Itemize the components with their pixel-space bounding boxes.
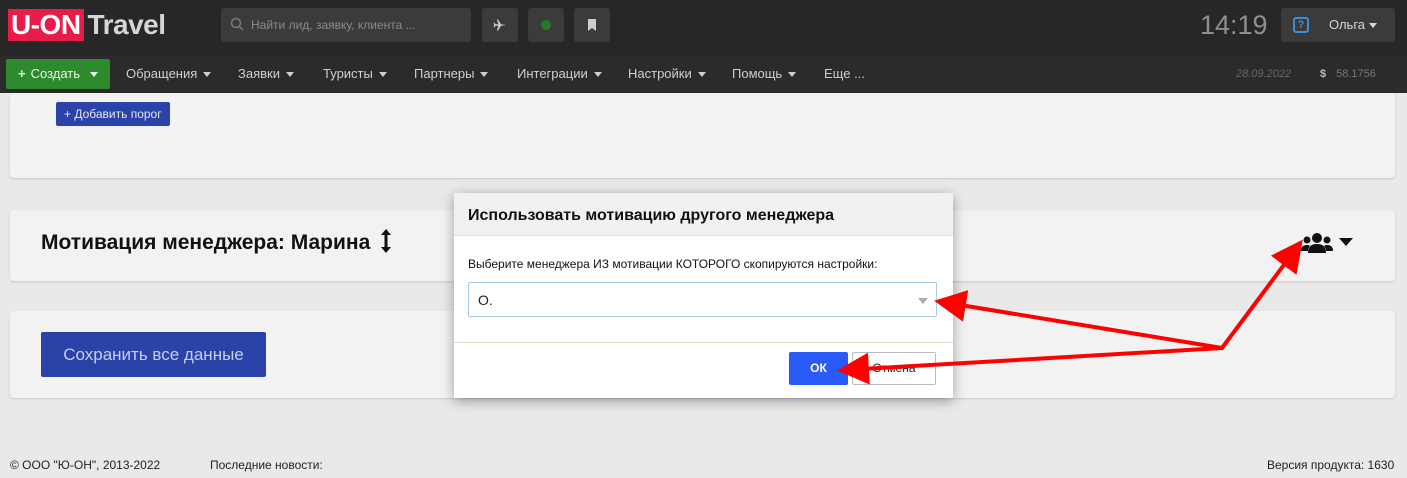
chevron-down-icon (480, 72, 489, 78)
dialog-title: Использовать мотивацию другого менеджера (468, 207, 835, 224)
currency-rate-value: 58.1756 (1336, 68, 1376, 80)
user-menu[interactable]: ? Ольга (1281, 8, 1395, 42)
plane-icon (493, 19, 506, 31)
nav-item-requests[interactable]: Заявки (238, 55, 294, 93)
nav-item-label: Интеграции (517, 66, 588, 81)
nav-item-label: Туристы (323, 66, 373, 81)
logo-subtitle: Travel (87, 9, 166, 40)
copy-motivation-dialog: Использовать мотивацию другого менеджера… (454, 193, 953, 398)
search-input[interactable] (251, 8, 466, 42)
plus-icon: + (18, 66, 26, 81)
nav-item-help[interactable]: Помощь (732, 55, 797, 93)
nav-item-partners[interactable]: Партнеры (414, 55, 489, 93)
manager-select[interactable]: О. (468, 282, 937, 317)
ok-button[interactable]: ОК (789, 352, 848, 385)
nav-item-settings[interactable]: Настройки (628, 55, 706, 93)
chevron-down-icon (378, 72, 387, 78)
flights-button[interactable] (482, 8, 518, 42)
chevron-down-icon[interactable] (1339, 238, 1353, 246)
help-icon[interactable]: ? (1293, 17, 1309, 33)
dialog-header: Использовать мотивацию другого менеджера (454, 193, 953, 236)
nav-item-label: Партнеры (414, 66, 475, 81)
nav-item-tourists[interactable]: Туристы (323, 55, 387, 93)
dollar-icon: $ (1320, 68, 1327, 80)
chevron-down-icon (285, 72, 294, 78)
plus-icon: + (64, 107, 75, 121)
chevron-down-icon (203, 72, 212, 78)
users-group-icon[interactable] (1301, 232, 1333, 254)
search-icon (230, 17, 244, 31)
motivation-title-text: Мотивация менеджера: Марина (41, 231, 371, 254)
nav-item-label: Помощь (732, 66, 783, 81)
status-dot-icon (541, 20, 551, 30)
chevron-down-icon[interactable] (918, 298, 928, 304)
currency-rate: $58.1756 (1320, 55, 1376, 93)
news-link[interactable]: Последние новости: (210, 458, 323, 472)
bookmark-icon (588, 19, 596, 31)
user-name[interactable]: Ольга (1329, 8, 1378, 42)
nav-item-label: Заявки (238, 66, 280, 81)
cancel-button[interactable]: Отмена (852, 352, 936, 385)
logo-brand: U-ON (8, 9, 84, 41)
logo[interactable]: U-ON Travel (8, 9, 166, 41)
dialog-divider (454, 342, 953, 343)
bookmarks-button[interactable] (574, 8, 610, 42)
main-nav: + Создать Обращения Заявки Туристы Партне… (0, 55, 1407, 93)
copyright: © ООО "Ю-ОН", 2013-2022 (10, 458, 161, 472)
manager-select-label: Выберите менеджера ИЗ мотивации КОТОРОГО… (468, 257, 878, 271)
chevron-down-icon (90, 72, 98, 78)
current-date: 28.09.2022 (1236, 68, 1292, 80)
chevron-down-icon (697, 72, 706, 78)
search-box[interactable] (221, 8, 471, 42)
nav-item-label: Настройки (628, 66, 692, 81)
add-threshold-button[interactable]: + Добавить порог (56, 102, 170, 126)
nav-item-appeals[interactable]: Обращения (126, 55, 212, 93)
top-header: U-ON Travel 14:19 ? Ольга (0, 0, 1407, 55)
chevron-down-icon (1369, 23, 1378, 29)
save-all-button[interactable]: Сохранить все данные (41, 332, 266, 377)
status-button[interactable] (528, 8, 564, 42)
clock: 14:19 (1200, 10, 1268, 40)
nav-item-more[interactable]: Еще ... (824, 55, 865, 93)
page-title: Мотивация менеджера: Марина (41, 229, 392, 255)
create-button[interactable]: + Создать (6, 59, 110, 89)
nav-item-integrations[interactable]: Интеграции (517, 55, 602, 93)
add-threshold-label: Добавить порог (74, 107, 162, 121)
manager-select-value: О. (478, 292, 493, 308)
nav-item-label: Еще ... (824, 66, 865, 81)
chevron-down-icon (593, 72, 602, 78)
threshold-card (10, 93, 1395, 178)
version: Версия продукта: 1630 (1267, 458, 1395, 472)
nav-item-label: Обращения (126, 66, 198, 81)
user-name-label: Ольга (1329, 17, 1366, 32)
create-button-label: Создать (30, 66, 80, 81)
sort-vertical-icon[interactable] (380, 229, 392, 253)
chevron-down-icon (788, 72, 797, 78)
